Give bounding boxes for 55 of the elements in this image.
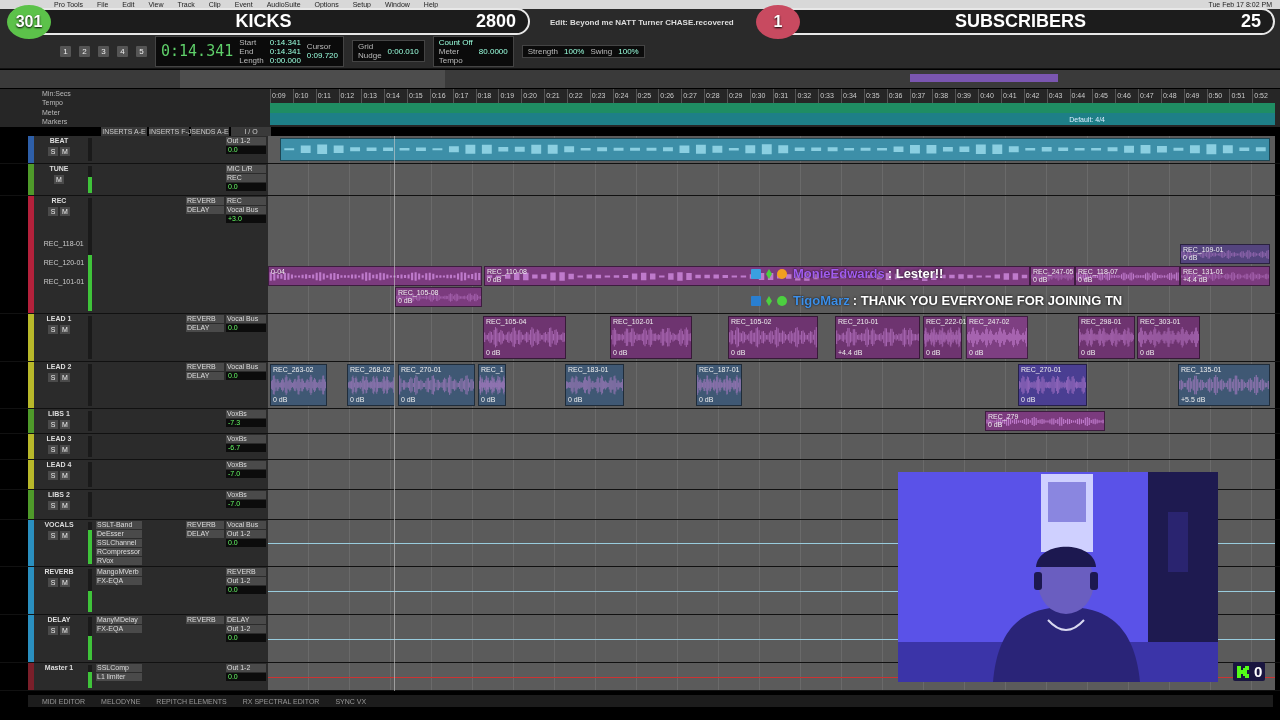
tempo-value: 80.0000: [478, 46, 508, 56]
waveform-drawing: [1019, 375, 1086, 395]
waveform-drawing: [1031, 271, 1074, 281]
field-label: Start: [239, 37, 257, 47]
waveform-drawing: [348, 375, 394, 395]
kick-logo-icon: [1236, 664, 1250, 679]
waveform-drawing: [967, 327, 1027, 348]
kick-count: 0: [1254, 663, 1263, 680]
chat-badges-icon: [750, 267, 790, 280]
zoom-preset-button[interactable]: 2: [79, 45, 90, 57]
window-title: Edit: Beyond me NATT Turner CHASE.recovered: [550, 17, 734, 27]
level-meter: [88, 166, 92, 193]
nudge-value: 0:00.010: [387, 46, 419, 56]
swing-value: 100%: [618, 46, 639, 56]
cursor-value: 0:09.720: [306, 51, 338, 60]
field-label: End: [239, 46, 254, 56]
waveform-drawing: [1138, 327, 1199, 348]
field-value: 0:00.000: [269, 55, 301, 65]
main-counter: 0:14.341: [161, 42, 234, 60]
swing-label: Swing: [590, 46, 613, 56]
chat-username: MonieEdwards: [793, 266, 885, 281]
chat-badges-icon: [750, 294, 790, 307]
audio-clip[interactable]: [280, 138, 1270, 161]
chat-message: : THANK YOU EVERYONE FOR JOINING TN: [852, 293, 1123, 308]
nudge-label: Nudge: [358, 51, 382, 60]
chat-message: : Lester!!: [887, 266, 944, 281]
waveform-drawing: [271, 375, 326, 395]
field-value: 0:14.341: [269, 37, 301, 47]
field-label: Length: [239, 55, 264, 65]
waveform-drawing: [479, 375, 505, 395]
level-meter: [88, 569, 92, 612]
counter-label: SUBSCRIBERS: [953, 11, 1087, 32]
count-off-label: Count Off: [438, 37, 473, 47]
level-meter: [88, 617, 92, 660]
chat-username: TigoMarz: [793, 293, 850, 308]
waveform-drawing: [924, 327, 961, 348]
counter-total: 2800: [475, 11, 516, 32]
field-value: 0:14.341: [269, 46, 301, 56]
zoom-preset-button[interactable]: 5: [136, 45, 147, 57]
waveform-drawing: [1079, 327, 1134, 348]
waveform-drawing: [697, 375, 741, 395]
meter-label: Meter: [438, 46, 461, 56]
strength-value: 100%: [564, 46, 585, 56]
tempo-label: Tempo: [438, 55, 464, 65]
cursor-label: Cursor: [306, 42, 332, 51]
level-meter: [88, 522, 92, 564]
level-meter: [88, 665, 92, 688]
grid-label: Grid: [358, 42, 375, 51]
counter-total: 25: [1240, 11, 1261, 32]
strength-label: Strength: [527, 46, 558, 56]
waveform-drawing: [566, 375, 623, 395]
zoom-preset-button[interactable]: 4: [117, 45, 128, 57]
zoom-preset-button[interactable]: 3: [98, 45, 109, 57]
counter-label: KICKS: [234, 11, 293, 32]
zoom-preset-button[interactable]: 1: [60, 45, 71, 57]
